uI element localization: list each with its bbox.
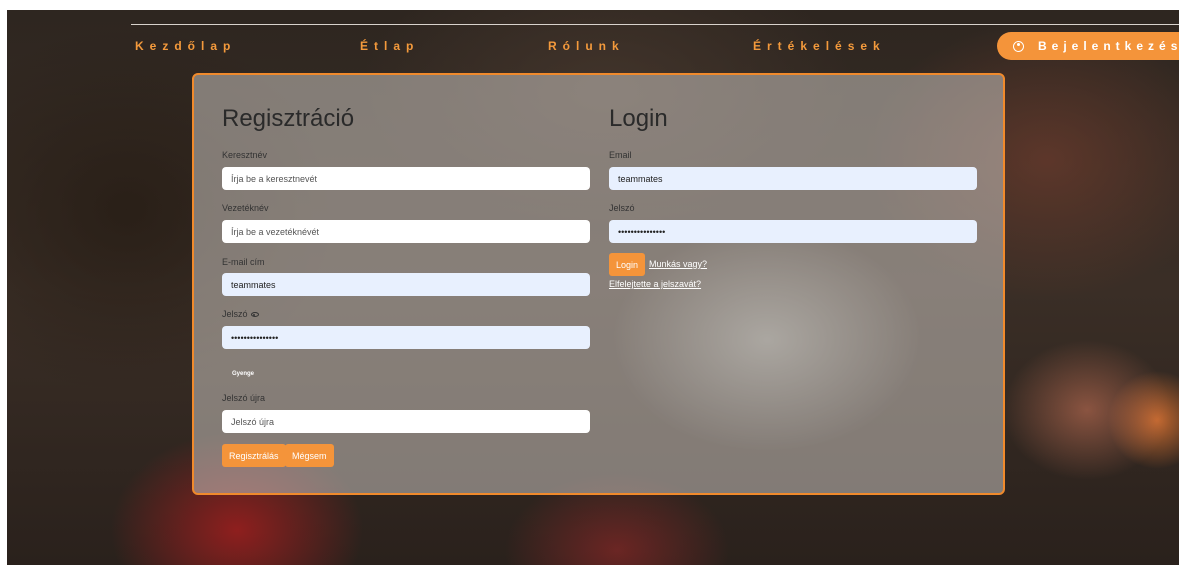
register-password-label: Jelszó xyxy=(222,309,259,319)
cancel-button[interactable]: Mégsem xyxy=(285,444,334,467)
password-again-label: Jelszó újra xyxy=(222,393,266,403)
worker-link[interactable]: Munkás vagy? xyxy=(649,259,707,269)
nav-about[interactable]: Rólunk xyxy=(548,39,625,53)
login-email-input[interactable] xyxy=(609,167,977,190)
last-name-input[interactable] xyxy=(222,220,590,243)
login-button[interactable]: Login xyxy=(609,253,646,276)
password-again-input[interactable] xyxy=(222,410,590,433)
nav-reviews[interactable]: Értékelések xyxy=(753,39,886,53)
register-button[interactable]: Regisztrálás xyxy=(222,444,286,467)
first-name-input[interactable] xyxy=(222,167,590,190)
forgot-password-link[interactable]: Elfelejtette a jelszavát? xyxy=(609,279,701,289)
login-email-label: Email xyxy=(609,150,632,160)
register-password-label-text: Jelszó xyxy=(222,309,248,319)
first-name-label: Keresztnév xyxy=(222,150,268,160)
login-title: Login xyxy=(609,105,668,132)
nav-home[interactable]: Kezdőlap xyxy=(135,39,236,53)
login-password-label: Jelszó xyxy=(609,203,635,213)
login-password-input[interactable] xyxy=(609,220,977,243)
register-password-input[interactable] xyxy=(222,326,590,349)
register-title: Regisztráció xyxy=(222,105,355,132)
password-strength-indicator: Gyenge xyxy=(232,371,255,377)
user-circle-icon xyxy=(1013,40,1024,52)
eye-icon[interactable] xyxy=(250,312,259,318)
register-email-label: E-mail cím xyxy=(222,257,265,267)
register-email-input[interactable] xyxy=(222,273,590,296)
login-nav-button[interactable]: Bejelentkezés xyxy=(997,32,1179,60)
nav-menu[interactable]: Étlap xyxy=(360,39,419,53)
last-name-label: Vezetéknév xyxy=(222,203,269,213)
auth-card: Regisztráció Keresztnév Vezetéknév E-mai… xyxy=(192,73,1005,495)
login-nav-label: Bejelentkezés xyxy=(1038,39,1179,53)
header-divider xyxy=(131,24,1179,25)
